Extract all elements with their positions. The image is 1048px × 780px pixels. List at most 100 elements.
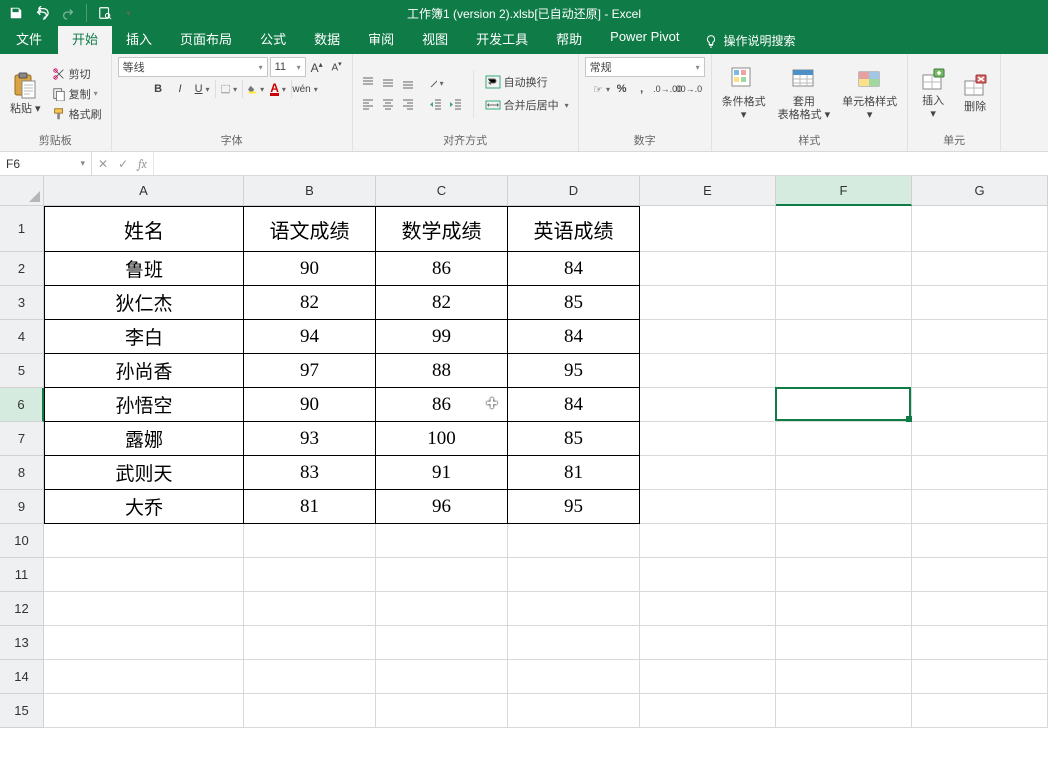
- cell-G15[interactable]: [912, 694, 1048, 728]
- cell-D3[interactable]: 85: [508, 286, 640, 320]
- font-name-combo[interactable]: 等线▾: [118, 57, 268, 77]
- cell-D15[interactable]: [508, 694, 640, 728]
- qat-customize-dropdown[interactable]: [121, 3, 133, 23]
- tab-开发工具[interactable]: 开发工具: [462, 24, 542, 54]
- cell-B10[interactable]: [244, 524, 376, 558]
- column-header-C[interactable]: C: [376, 176, 508, 206]
- column-header-F[interactable]: F: [776, 176, 912, 206]
- name-box[interactable]: F6 ▾: [0, 152, 92, 175]
- column-header-G[interactable]: G: [912, 176, 1048, 206]
- cell-D2[interactable]: 84: [508, 252, 640, 286]
- cell-E13[interactable]: [640, 626, 776, 660]
- conditional-formatting-button[interactable]: 条件格式▾: [718, 64, 770, 123]
- row-header-10[interactable]: 10: [0, 524, 44, 558]
- cell-C5[interactable]: 88: [376, 354, 508, 388]
- touchmouse-icon[interactable]: [95, 3, 115, 23]
- align-bottom-button[interactable]: [399, 74, 417, 92]
- cell-D13[interactable]: [508, 626, 640, 660]
- paste-button[interactable]: 粘贴 ▾: [6, 69, 45, 118]
- row-header-11[interactable]: 11: [0, 558, 44, 592]
- decrease-decimal-button[interactable]: .00→.0: [679, 80, 697, 98]
- cell-E9[interactable]: [640, 490, 776, 524]
- cell-B1[interactable]: 语文成绩: [244, 206, 376, 252]
- cell-E1[interactable]: [640, 206, 776, 252]
- enter-formula-icon[interactable]: ✓: [118, 157, 128, 171]
- number-format-combo[interactable]: 常规▾: [585, 57, 705, 77]
- row-header-3[interactable]: 3: [0, 286, 44, 320]
- cell-D4[interactable]: 84: [508, 320, 640, 354]
- row-header-9[interactable]: 9: [0, 490, 44, 524]
- copy-button[interactable]: 复制 ▾: [49, 84, 105, 104]
- formula-input[interactable]: [154, 152, 1048, 175]
- orientation-button[interactable]: [427, 74, 445, 92]
- row-header-8[interactable]: 8: [0, 456, 44, 490]
- cell-C12[interactable]: [376, 592, 508, 626]
- row-header-6[interactable]: 6: [0, 388, 44, 422]
- cell-B15[interactable]: [244, 694, 376, 728]
- italic-button[interactable]: I: [171, 80, 189, 98]
- cell-B7[interactable]: 93: [244, 422, 376, 456]
- cell-B9[interactable]: 81: [244, 490, 376, 524]
- row-header-15[interactable]: 15: [0, 694, 44, 728]
- increase-indent-button[interactable]: [447, 95, 465, 113]
- cell-C3[interactable]: 82: [376, 286, 508, 320]
- cell-F8[interactable]: [776, 456, 912, 490]
- cell-F7[interactable]: [776, 422, 912, 456]
- row-header-13[interactable]: 13: [0, 626, 44, 660]
- cell-E4[interactable]: [640, 320, 776, 354]
- cell-C11[interactable]: [376, 558, 508, 592]
- select-all-corner[interactable]: [0, 176, 44, 206]
- tab-开始[interactable]: 开始: [58, 24, 112, 54]
- cell-F15[interactable]: [776, 694, 912, 728]
- cell-D10[interactable]: [508, 524, 640, 558]
- row-header-4[interactable]: 4: [0, 320, 44, 354]
- save-icon[interactable]: [6, 3, 26, 23]
- cell-B8[interactable]: 83: [244, 456, 376, 490]
- cell-E15[interactable]: [640, 694, 776, 728]
- cell-styles-button[interactable]: 单元格样式▾: [838, 64, 901, 123]
- cell-D1[interactable]: 英语成绩: [508, 206, 640, 252]
- cell-E11[interactable]: [640, 558, 776, 592]
- wrap-text-button[interactable]: 自动换行: [482, 72, 572, 92]
- row-header-7[interactable]: 7: [0, 422, 44, 456]
- cell-C9[interactable]: 96: [376, 490, 508, 524]
- cell-B5[interactable]: 97: [244, 354, 376, 388]
- cell-A10[interactable]: [44, 524, 244, 558]
- column-header-B[interactable]: B: [244, 176, 376, 206]
- cell-B11[interactable]: [244, 558, 376, 592]
- font-size-combo[interactable]: 11▾: [270, 57, 306, 77]
- row-header-12[interactable]: 12: [0, 592, 44, 626]
- cell-A14[interactable]: [44, 660, 244, 694]
- accounting-format-button[interactable]: ☞: [593, 80, 611, 98]
- cell-F14[interactable]: [776, 660, 912, 694]
- cell-D7[interactable]: 85: [508, 422, 640, 456]
- cell-A8[interactable]: 武则天: [44, 456, 244, 490]
- fill-color-button[interactable]: [247, 80, 265, 98]
- cell-F5[interactable]: [776, 354, 912, 388]
- cell-E3[interactable]: [640, 286, 776, 320]
- cell-G9[interactable]: [912, 490, 1048, 524]
- cell-E14[interactable]: [640, 660, 776, 694]
- column-header-A[interactable]: A: [44, 176, 244, 206]
- cell-F12[interactable]: [776, 592, 912, 626]
- phonetic-guide-button[interactable]: wén: [296, 80, 314, 98]
- cell-C7[interactable]: 100: [376, 422, 508, 456]
- cell-F2[interactable]: [776, 252, 912, 286]
- redo-icon[interactable]: [58, 3, 78, 23]
- cell-A6[interactable]: 孙悟空: [44, 388, 244, 422]
- tab-插入[interactable]: 插入: [112, 24, 166, 54]
- format-as-table-button[interactable]: 套用 表格格式 ▾: [774, 64, 835, 123]
- cell-B4[interactable]: 94: [244, 320, 376, 354]
- decrease-font-button[interactable]: A▾: [328, 58, 346, 76]
- cell-C6[interactable]: 86: [376, 388, 508, 422]
- tab-页面布局[interactable]: 页面布局: [166, 24, 246, 54]
- cancel-formula-icon[interactable]: ✕: [98, 157, 108, 171]
- cell-F10[interactable]: [776, 524, 912, 558]
- cell-F11[interactable]: [776, 558, 912, 592]
- cell-D11[interactable]: [508, 558, 640, 592]
- cell-F13[interactable]: [776, 626, 912, 660]
- increase-font-button[interactable]: A▴: [308, 58, 326, 76]
- cell-A9[interactable]: 大乔: [44, 490, 244, 524]
- align-top-button[interactable]: [359, 74, 377, 92]
- underline-button[interactable]: U: [193, 80, 211, 98]
